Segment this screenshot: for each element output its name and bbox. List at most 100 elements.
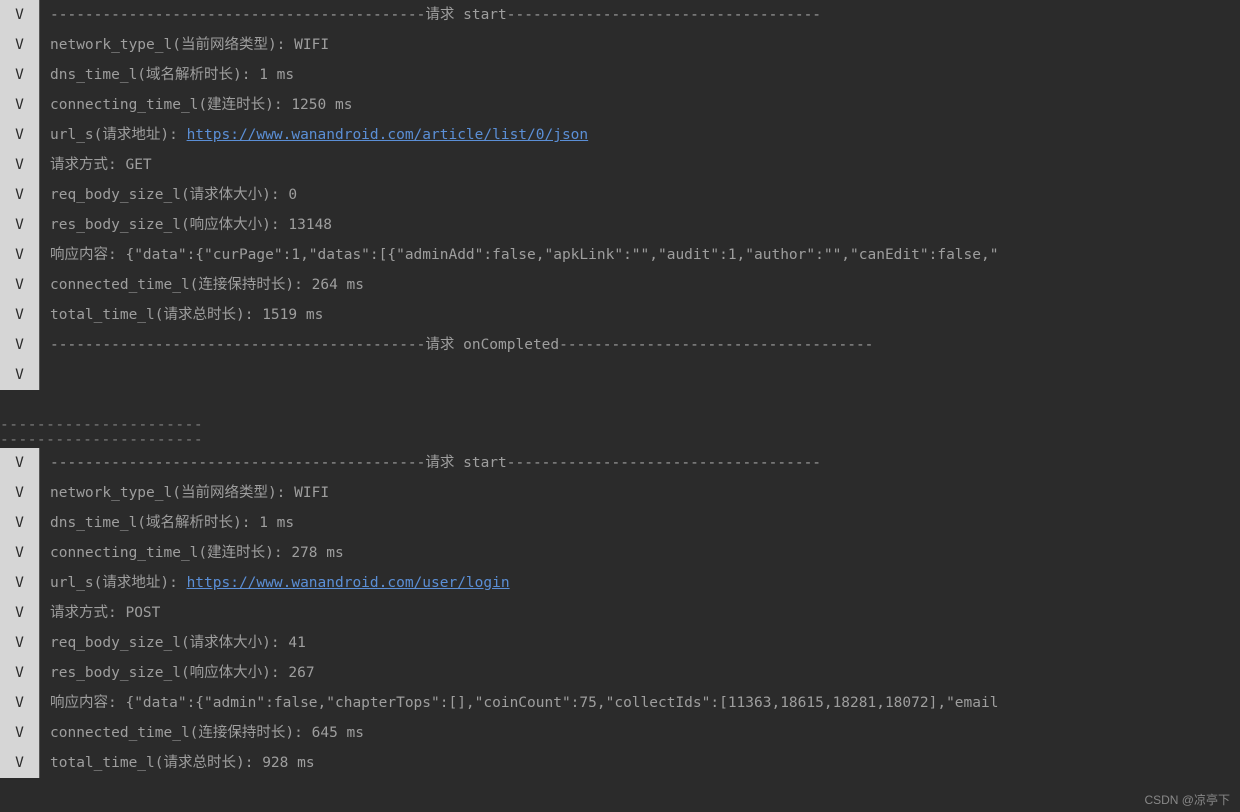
value: 1519 ms <box>262 307 323 323</box>
log-level-badge: V <box>0 508 40 538</box>
log-line-connected-time: V connected_time_l(连接保持时长): 264 ms <box>0 270 1240 300</box>
label: res_body_size_l(响应体大小): <box>50 665 288 681</box>
log-line-network-type: V network_type_l(当前网络类型): WIFI <box>0 478 1240 508</box>
value: 1 ms <box>259 515 294 531</box>
gap-separator-line: ---------------------- <box>0 433 1240 448</box>
block-spacer <box>0 390 1240 418</box>
log-level-badge: V <box>0 688 40 718</box>
log-message: dns_time_l(域名解析时长): 1 ms <box>40 60 1240 90</box>
log-message: connected_time_l(连接保持时长): 264 ms <box>40 270 1240 300</box>
log-level-badge: V <box>0 658 40 688</box>
value: GET <box>125 157 151 173</box>
value: 41 <box>288 635 305 651</box>
watermark-text: CSDN @凉亭下 <box>1144 791 1230 808</box>
request-url-link[interactable]: https://www.wanandroid.com/article/list/… <box>187 127 589 143</box>
log-line-dns-time: V dns_time_l(域名解析时长): 1 ms <box>0 508 1240 538</box>
log-message: req_body_size_l(请求体大小): 0 <box>40 180 1240 210</box>
value: 13148 <box>288 217 332 233</box>
log-level-badge: V <box>0 210 40 240</box>
log-message: res_body_size_l(响应体大小): 267 <box>40 658 1240 688</box>
log-level-badge: V <box>0 448 40 478</box>
log-message: ----------------------------------------… <box>40 0 1240 30</box>
log-line-response-content: V 响应内容: {"data":{"curPage":1,"datas":[{"… <box>0 240 1240 270</box>
log-level-badge: V <box>0 748 40 778</box>
log-level-badge: V <box>0 180 40 210</box>
label: res_body_size_l(响应体大小): <box>50 217 288 233</box>
log-message: 响应内容: {"data":{"curPage":1,"datas":[{"ad… <box>40 240 1240 270</box>
label: network_type_l(当前网络类型): <box>50 485 294 501</box>
log-line-connecting-time: V connecting_time_l(建连时长): 1250 ms <box>0 90 1240 120</box>
log-level-badge: V <box>0 270 40 300</box>
label: total_time_l(请求总时长): <box>50 755 262 771</box>
label: connected_time_l(连接保持时长): <box>50 725 312 741</box>
label: 响应内容: <box>50 247 125 263</box>
log-message: network_type_l(当前网络类型): WIFI <box>40 30 1240 60</box>
log-message: 请求方式: POST <box>40 598 1240 628</box>
value: 645 ms <box>312 725 364 741</box>
log-level-badge: V <box>0 598 40 628</box>
value: 1 ms <box>259 67 294 83</box>
label: url_s(请求地址): <box>50 575 187 591</box>
log-message: res_body_size_l(响应体大小): 13148 <box>40 210 1240 240</box>
label: connecting_time_l(建连时长): <box>50 545 291 561</box>
log-message: total_time_l(请求总时长): 1519 ms <box>40 300 1240 330</box>
log-message: url_s(请求地址): https://www.wanandroid.com/… <box>40 568 1240 598</box>
label: network_type_l(当前网络类型): <box>50 37 294 53</box>
value: 1250 ms <box>291 97 352 113</box>
log-message: req_body_size_l(请求体大小): 41 <box>40 628 1240 658</box>
log-level-badge: V <box>0 90 40 120</box>
log-line-res-body-size: V res_body_size_l(响应体大小): 267 <box>0 658 1240 688</box>
label: dns_time_l(域名解析时长): <box>50 515 259 531</box>
log-message: connecting_time_l(建连时长): 278 ms <box>40 538 1240 568</box>
log-message: ----------------------------------------… <box>40 330 1240 360</box>
log-line-method: V 请求方式: GET <box>0 150 1240 180</box>
value: 0 <box>288 187 297 203</box>
log-message: connected_time_l(连接保持时长): 645 ms <box>40 718 1240 748</box>
log-line-req-body-size: V req_body_size_l(请求体大小): 41 <box>0 628 1240 658</box>
log-line-connecting-time: V connecting_time_l(建连时长): 278 ms <box>0 538 1240 568</box>
value: {"data":{"curPage":1,"datas":[{"adminAdd… <box>125 247 998 263</box>
log-line-url: V url_s(请求地址): https://www.wanandroid.co… <box>0 120 1240 150</box>
log-level-badge: V <box>0 330 40 360</box>
log-line-method: V 请求方式: POST <box>0 598 1240 628</box>
value: POST <box>125 605 160 621</box>
log-level-badge: V <box>0 478 40 508</box>
log-message: url_s(请求地址): https://www.wanandroid.com/… <box>40 120 1240 150</box>
log-block-request-2: V --------------------------------------… <box>0 448 1240 778</box>
log-level-badge: V <box>0 240 40 270</box>
request-url-link[interactable]: https://www.wanandroid.com/user/login <box>187 575 510 591</box>
log-line-start-separator: V --------------------------------------… <box>0 448 1240 478</box>
log-line-req-body-size: V req_body_size_l(请求体大小): 0 <box>0 180 1240 210</box>
log-line-connected-time: V connected_time_l(连接保持时长): 645 ms <box>0 718 1240 748</box>
log-level-badge: V <box>0 568 40 598</box>
value: {"data":{"admin":false,"chapterTops":[],… <box>125 695 998 711</box>
log-level-badge: V <box>0 0 40 30</box>
log-line-empty: V <box>0 360 1240 390</box>
log-level-badge: V <box>0 628 40 658</box>
log-line-response-content: V 响应内容: {"data":{"admin":false,"chapterT… <box>0 688 1240 718</box>
log-level-badge: V <box>0 30 40 60</box>
log-line-completed-separator: V --------------------------------------… <box>0 330 1240 360</box>
label: 响应内容: <box>50 695 125 711</box>
log-message: 请求方式: GET <box>40 150 1240 180</box>
log-line-res-body-size: V res_body_size_l(响应体大小): 13148 <box>0 210 1240 240</box>
value: 267 <box>288 665 314 681</box>
gap-separator-line: ---------------------- <box>0 418 1240 433</box>
log-level-badge: V <box>0 538 40 568</box>
label: req_body_size_l(请求体大小): <box>50 187 288 203</box>
log-block-request-1: V --------------------------------------… <box>0 0 1240 390</box>
log-message: total_time_l(请求总时长): 928 ms <box>40 748 1240 778</box>
log-message: connecting_time_l(建连时长): 1250 ms <box>40 90 1240 120</box>
log-level-badge: V <box>0 120 40 150</box>
log-message <box>40 360 1240 390</box>
label: 请求方式: <box>50 605 125 621</box>
log-message: dns_time_l(域名解析时长): 1 ms <box>40 508 1240 538</box>
label: 请求方式: <box>50 157 125 173</box>
log-line-total-time: V total_time_l(请求总时长): 928 ms <box>0 748 1240 778</box>
value: WIFI <box>294 37 329 53</box>
log-line-url: V url_s(请求地址): https://www.wanandroid.co… <box>0 568 1240 598</box>
log-message: network_type_l(当前网络类型): WIFI <box>40 478 1240 508</box>
log-message: 响应内容: {"data":{"admin":false,"chapterTop… <box>40 688 1240 718</box>
label: connecting_time_l(建连时长): <box>50 97 291 113</box>
value: 264 ms <box>312 277 364 293</box>
